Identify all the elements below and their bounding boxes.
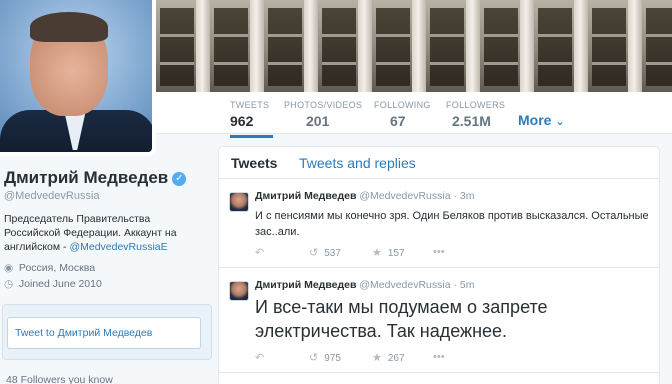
stat-label: FOLLOWERS: [446, 100, 506, 110]
header-column: [358, 0, 372, 92]
header-window: [160, 8, 194, 86]
retweet-count: 537: [324, 248, 341, 259]
bio-link[interactable]: @MedvedevRussiaE: [69, 241, 167, 253]
tweet-timestamp[interactable]: 5m: [460, 279, 475, 291]
tweet-separator: ·: [453, 190, 458, 202]
verified-badge-icon: ✓: [172, 172, 187, 186]
stat-label: TWEETS: [230, 100, 270, 110]
tweet-text: И все-таки мы подумаем о запрете электри…: [255, 297, 548, 341]
tab-tweets-and-replies[interactable]: Tweets and replies: [299, 155, 416, 171]
tweet[interactable]: Дмитрий Медведев @MedvedevRussia · 3m И …: [219, 180, 659, 268]
profile-meta: ◉ Россия, Москва ◷ Joined June 2010: [4, 260, 214, 292]
favorite-count: 267: [387, 353, 405, 364]
stat-followers[interactable]: FOLLOWERS 2.51M: [446, 100, 505, 129]
tweet-author-name[interactable]: Дмитрий Медведев: [255, 190, 356, 202]
header-window: [268, 8, 302, 86]
stat-label: PHOTOS/VIDEOS: [284, 100, 363, 110]
followers-you-know-link[interactable]: 48 Followers you know: [6, 374, 113, 384]
tweet-to-button[interactable]: Tweet to Дмитрий Медведев: [7, 317, 201, 349]
stat-value: 67: [390, 113, 406, 129]
profile-avatar[interactable]: [0, 0, 156, 156]
location-row: ◉ Россия, Москва: [4, 260, 214, 276]
header-window: [592, 8, 626, 86]
profile-bio: Председатель Правительства Российской Фе…: [4, 212, 204, 254]
chevron-down-icon: ⌄: [555, 116, 565, 128]
tweet-header: Дмитрий Медведев @MedvedevRussia · 3m: [255, 190, 475, 202]
timeline: Tweets Tweets and replies Дмитрий Медвед…: [218, 146, 660, 384]
tweet-avatar[interactable]: [229, 281, 249, 301]
header-window: [646, 8, 672, 86]
stat-value: 201: [306, 113, 330, 129]
header-column: [304, 0, 318, 92]
header-window: [214, 8, 248, 86]
profile-handle[interactable]: @MedvedevRussia: [4, 190, 214, 202]
stat-tweets[interactable]: TWEETS 962: [230, 100, 274, 138]
header-column: [412, 0, 426, 92]
stat-value: 962: [230, 113, 254, 129]
header-window: [538, 8, 572, 86]
favorite-count: 157: [387, 248, 405, 259]
retweet-button[interactable]: ↺ 537: [309, 246, 341, 259]
header-column: [628, 0, 642, 92]
header-column: [520, 0, 534, 92]
more-label: More: [518, 112, 552, 128]
tweet-text: И с пенсиями мы конечно зря. Один Беляко…: [255, 210, 649, 238]
avatar-hair: [30, 12, 108, 42]
ellipsis-icon: •••: [433, 246, 445, 258]
header-window: [430, 8, 464, 86]
tweet-to-box: Tweet to Дмитрий Медведев: [2, 304, 212, 360]
header-window: [376, 8, 410, 86]
tweet[interactable]: Дмитрий Медведев @MedvedevRussia · 5m И …: [219, 269, 659, 373]
joined-row: ◷ Joined June 2010: [4, 276, 214, 292]
location-pin-icon: ◉: [4, 262, 14, 274]
reply-icon: ↶: [255, 352, 265, 364]
header-window: [484, 8, 518, 86]
retweet-icon: ↺: [309, 352, 319, 364]
tab-tweets[interactable]: Tweets: [231, 155, 277, 171]
stat-photos-videos[interactable]: PHOTOS/VIDEOS 201: [284, 100, 362, 129]
tweet-author-handle[interactable]: @MedvedevRussia: [359, 279, 450, 291]
header-column: [466, 0, 480, 92]
reply-button[interactable]: ↶: [255, 351, 270, 364]
tweet-author-name[interactable]: Дмитрий Медведев: [255, 279, 356, 291]
tweet-avatar[interactable]: [229, 192, 249, 212]
reply-icon: ↶: [255, 247, 265, 259]
retweet-count: 975: [324, 353, 341, 364]
reply-button[interactable]: ↶: [255, 246, 270, 259]
profile-card: Дмитрий Медведев ✓ @MedvedevRussia Предсе…: [4, 168, 214, 292]
tweet-header: Дмитрий Медведев @MedvedevRussia · 5m: [255, 279, 475, 291]
ellipsis-icon: •••: [433, 351, 445, 363]
tweet-timestamp[interactable]: 3m: [460, 190, 475, 202]
star-icon: ★: [372, 352, 382, 364]
retweet-button[interactable]: ↺ 975: [309, 351, 341, 364]
star-icon: ★: [372, 247, 382, 259]
location-text: Россия, Москва: [18, 262, 96, 274]
header-window: [322, 8, 356, 86]
more-actions-button[interactable]: •••: [433, 246, 451, 258]
more-menu-button[interactable]: More ⌄: [518, 112, 565, 128]
tweet-author-handle[interactable]: @MedvedevRussia: [359, 190, 450, 202]
tweet-separator: ·: [453, 279, 458, 291]
profile-name[interactable]: Дмитрий Медведев: [4, 168, 168, 187]
clock-icon: ◷: [4, 278, 14, 290]
stat-value: 2.51M: [452, 113, 491, 129]
header-column: [250, 0, 264, 92]
header-column: [574, 0, 588, 92]
stat-following[interactable]: FOLLOWING 67: [374, 100, 431, 129]
joined-text: Joined June 2010: [18, 278, 102, 290]
retweet-icon: ↺: [309, 247, 319, 259]
timeline-tabs: Tweets Tweets and replies: [219, 147, 659, 179]
stat-label: FOLLOWING: [374, 100, 431, 110]
favorite-button[interactable]: ★ 267: [372, 351, 405, 364]
favorite-button[interactable]: ★ 157: [372, 246, 405, 259]
header-column: [196, 0, 210, 92]
more-actions-button[interactable]: •••: [433, 351, 451, 363]
